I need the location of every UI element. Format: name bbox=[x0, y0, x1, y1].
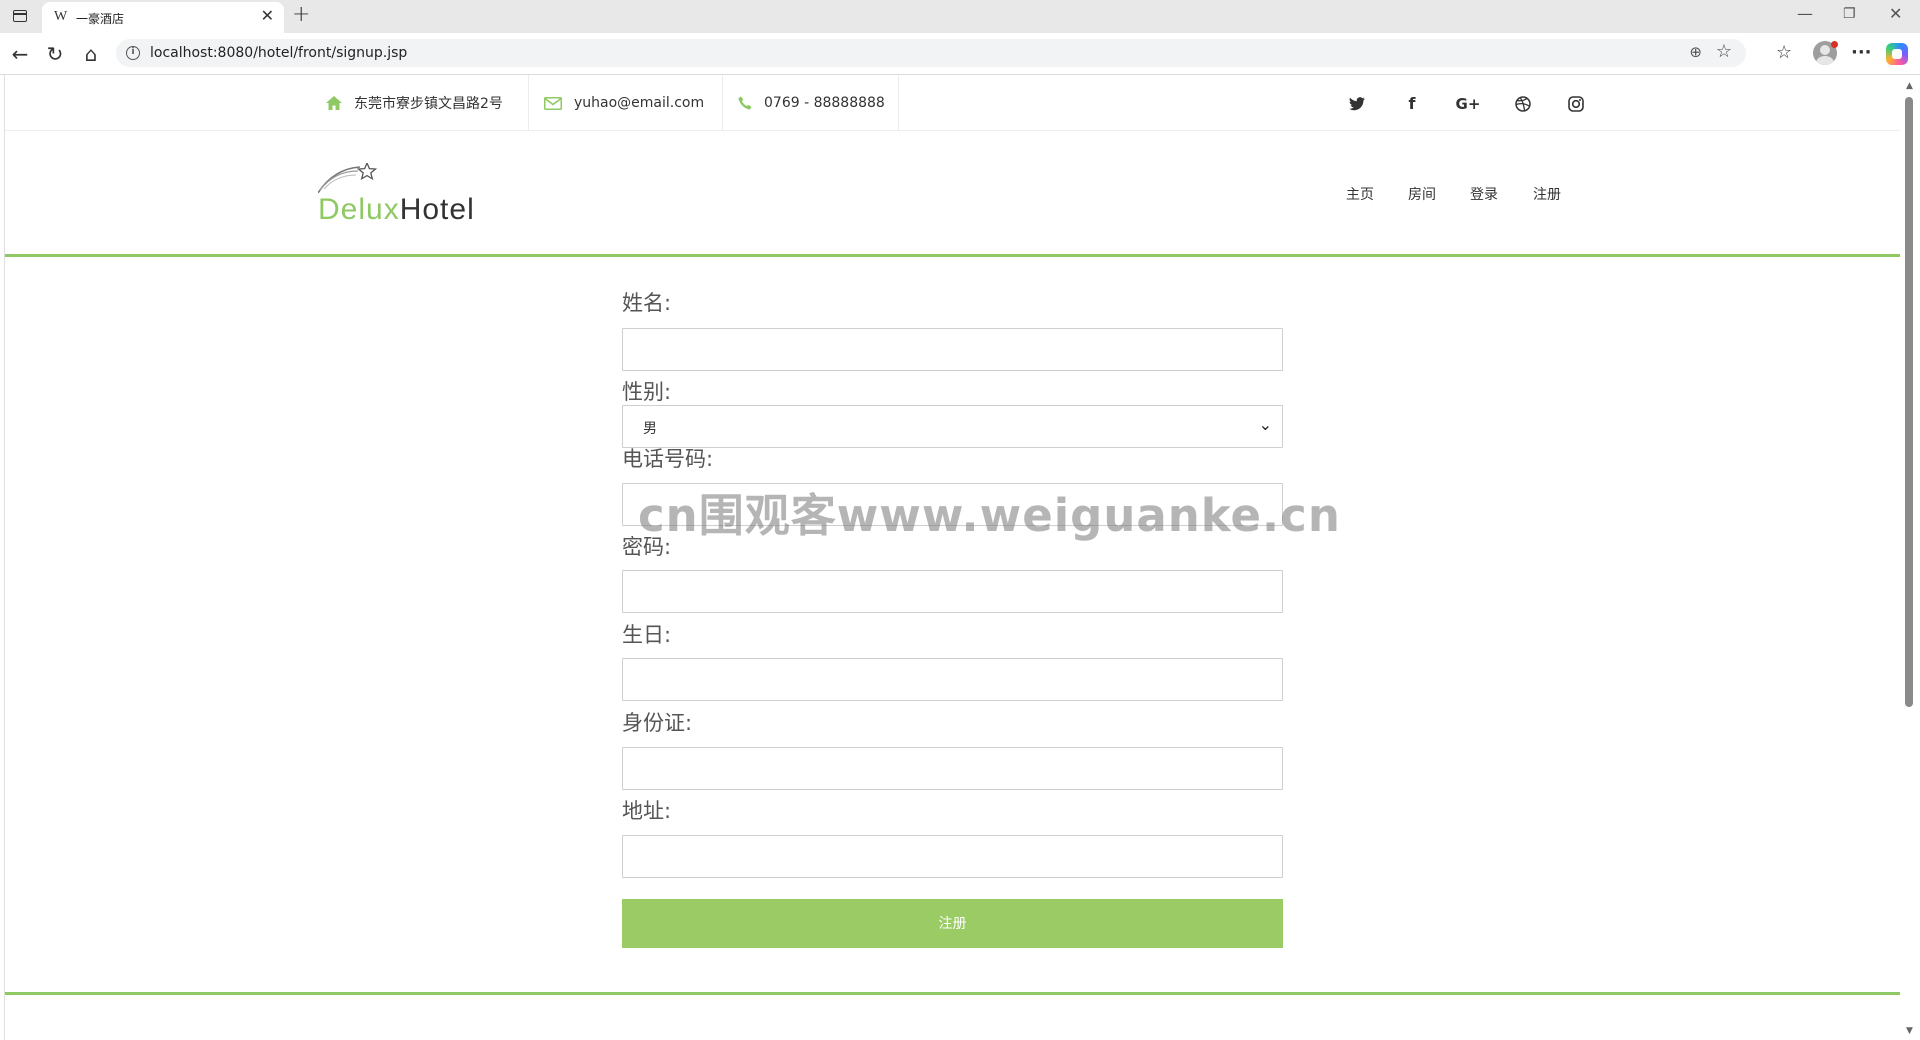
header-divider bbox=[5, 254, 1900, 257]
phone-label: 电话号码: bbox=[622, 447, 714, 471]
logo-part-delux: Delux bbox=[318, 193, 400, 226]
name-label: 姓名: bbox=[622, 291, 672, 315]
email-info: yuhao@email.com bbox=[544, 75, 704, 131]
top-info-bar: 东莞市寮步镇文昌路2号 yuhao@email.com 0769 - 88888… bbox=[5, 75, 1900, 131]
tab-close-icon[interactable]: ✕ bbox=[261, 8, 274, 24]
favorite-star-icon[interactable]: ☆ bbox=[1716, 41, 1732, 62]
scrollbar-thumb[interactable] bbox=[1905, 97, 1913, 707]
logo-part-hotel: Hotel bbox=[399, 193, 475, 226]
birthday-label: 生日: bbox=[622, 623, 672, 647]
gender-select[interactable]: 男 ⌄ bbox=[622, 405, 1283, 448]
home-icon[interactable]: ⌂ bbox=[79, 42, 103, 66]
tab-title: 一豪酒店 bbox=[76, 12, 125, 26]
address-input[interactable] bbox=[622, 835, 1283, 878]
reload-icon[interactable]: ↻ bbox=[43, 42, 67, 66]
scroll-down-icon[interactable]: ▼ bbox=[1906, 1026, 1913, 1036]
site-info-icon[interactable]: i bbox=[126, 46, 140, 60]
envelope-icon bbox=[544, 96, 562, 110]
page-border bbox=[4, 75, 5, 1040]
logo[interactable]: DeluxHotel bbox=[318, 193, 475, 227]
phone-info: 0769 - 88888888 bbox=[738, 75, 885, 131]
dribbble-icon[interactable] bbox=[1512, 93, 1534, 115]
nav-rooms[interactable]: 房间 bbox=[1408, 184, 1436, 204]
phone-icon bbox=[738, 96, 752, 110]
browser-tab-bar: W 一豪酒店 ✕ + — ❐ ✕ bbox=[0, 0, 1920, 33]
page-viewport: 东莞市寮步镇文昌路2号 yuhao@email.com 0769 - 88888… bbox=[0, 75, 1920, 1040]
footer-divider bbox=[5, 992, 1900, 995]
nav-login[interactable]: 登录 bbox=[1470, 184, 1498, 204]
nav-signup[interactable]: 注册 bbox=[1533, 184, 1561, 204]
address-label: 地址: bbox=[622, 799, 672, 823]
name-input[interactable] bbox=[622, 328, 1283, 371]
address-bar: ← ↻ ⌂ i localhost:8080/hotel/front/signu… bbox=[0, 33, 1920, 75]
id-card-input[interactable] bbox=[622, 747, 1283, 790]
tab-actions-icon[interactable] bbox=[10, 7, 30, 25]
back-icon[interactable]: ← bbox=[8, 42, 32, 66]
browser-tab[interactable]: W 一豪酒店 ✕ bbox=[42, 2, 284, 33]
new-tab-icon[interactable]: + bbox=[292, 4, 310, 26]
restore-icon[interactable]: ❐ bbox=[1843, 6, 1856, 22]
gender-selected-value: 男 bbox=[643, 421, 657, 437]
twitter-icon[interactable] bbox=[1346, 93, 1368, 115]
url-text[interactable]: localhost:8080/hotel/front/signup.jsp bbox=[150, 45, 407, 61]
divider bbox=[898, 75, 899, 131]
password-input[interactable] bbox=[622, 570, 1283, 613]
logo-star-icon bbox=[317, 161, 378, 197]
email-text[interactable]: yuhao@email.com bbox=[574, 95, 704, 111]
window-close-icon[interactable]: ✕ bbox=[1889, 6, 1902, 22]
id-card-label: 身份证: bbox=[622, 711, 693, 735]
more-menu-icon[interactable]: ··· bbox=[1851, 41, 1872, 65]
address-info: 东莞市寮步镇文昌路2号 bbox=[326, 75, 503, 131]
tab-favicon-icon: W bbox=[54, 9, 68, 24]
favorites-icon[interactable]: ☆ bbox=[1776, 41, 1792, 65]
chevron-down-icon: ⌄ bbox=[1258, 415, 1272, 434]
home-icon bbox=[326, 96, 342, 110]
instagram-icon[interactable] bbox=[1565, 93, 1587, 115]
divider bbox=[528, 75, 529, 131]
signup-submit-button[interactable]: 注册 bbox=[622, 899, 1283, 948]
page-scrollbar[interactable]: ▲ ▼ bbox=[1900, 75, 1920, 1040]
google-plus-icon[interactable]: G+ bbox=[1454, 93, 1482, 115]
address-text: 东莞市寮步镇文昌路2号 bbox=[354, 96, 503, 112]
phone-text: 0769 - 88888888 bbox=[764, 95, 885, 111]
gender-label: 性别: bbox=[622, 380, 672, 404]
url-field[interactable]: i localhost:8080/hotel/front/signup.jsp … bbox=[116, 39, 1746, 67]
notification-dot bbox=[1831, 41, 1838, 48]
divider bbox=[722, 75, 723, 131]
nav-home[interactable]: 主页 bbox=[1346, 184, 1374, 204]
zoom-icon[interactable]: ⊕ bbox=[1689, 43, 1702, 61]
minimize-icon[interactable]: — bbox=[1797, 6, 1813, 22]
scroll-up-icon[interactable]: ▲ bbox=[1906, 81, 1913, 91]
watermark: cn围观客www.weiguanke.cn bbox=[638, 489, 1341, 542]
facebook-icon[interactable]: f bbox=[1401, 93, 1423, 115]
copilot-icon[interactable] bbox=[1886, 43, 1908, 65]
birthday-input[interactable] bbox=[622, 658, 1283, 701]
